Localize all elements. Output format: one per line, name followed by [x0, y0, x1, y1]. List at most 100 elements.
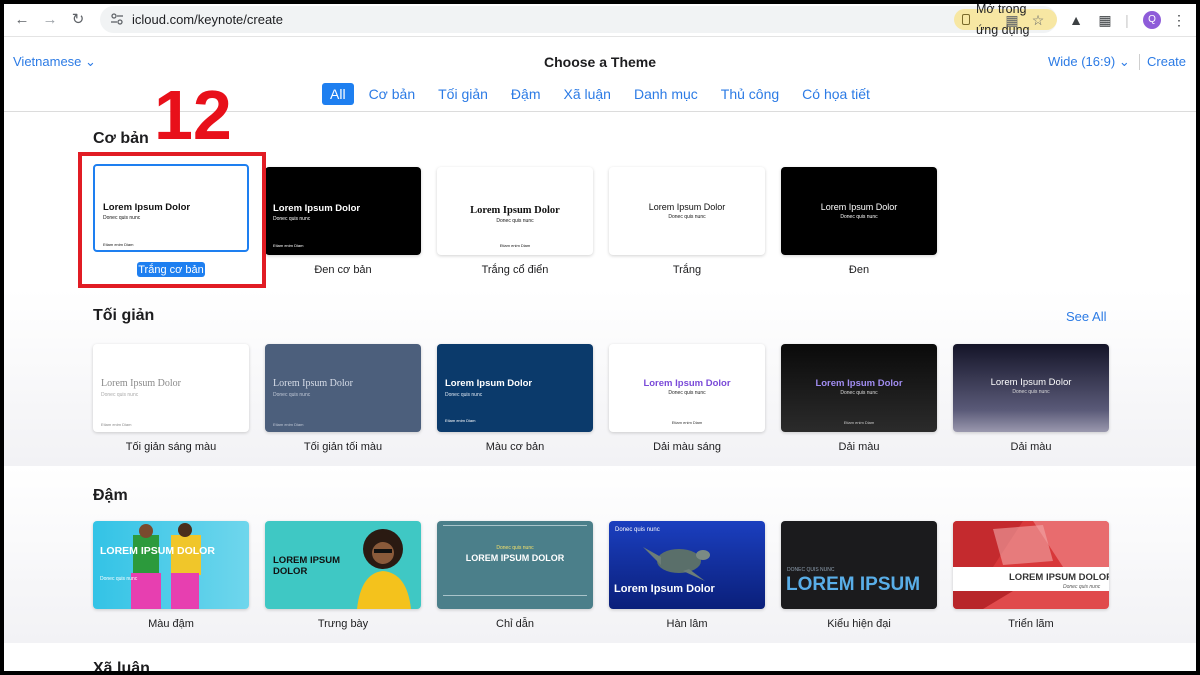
address-bar[interactable]: icloud.com/keynote/create Mở trong ứng d…: [100, 4, 1057, 37]
theme-thumbnail-white[interactable]: Lorem Ipsum Dolor Donec quis nunc: [609, 167, 765, 255]
theme-thumbnail-gradient-2[interactable]: Lorem Ipsum Dolor Donec quis nunc: [953, 344, 1109, 432]
theme-thumbnail-basic-color[interactable]: Lorem Ipsum Dolor Donec quis nunc Etiam …: [437, 344, 593, 432]
url-text[interactable]: icloud.com/keynote/create: [132, 12, 283, 27]
section-title: Xã luận: [93, 660, 150, 671]
page-title: Choose a Theme: [543, 54, 657, 70]
filter-editorial[interactable]: Xã luận: [555, 83, 618, 105]
thumb-footer: Etiam enim Diam: [499, 243, 531, 248]
theme-name[interactable]: Tối giản sáng màu: [86, 441, 256, 453]
filter-bold[interactable]: Đậm: [503, 83, 549, 105]
theme-name[interactable]: Triển lãm: [946, 618, 1116, 630]
thumb-title: LOREM IPSUM DOLOR: [100, 545, 215, 557]
aspect-ratio-label: Wide (16:9): [1048, 54, 1116, 69]
thumb-subtitle: Donec quis nunc: [668, 214, 706, 220]
profile-avatar[interactable]: Q: [1143, 11, 1161, 29]
back-icon[interactable]: ←: [12, 10, 32, 30]
theme-name[interactable]: Trắng cổ điển: [430, 264, 600, 276]
filter-portfolio[interactable]: Danh mục: [626, 83, 706, 105]
theme-thumbnail-exhibition[interactable]: LOREM IPSUM DOLOR Donec quis nunc: [953, 521, 1109, 609]
section-minimal: Tối giản See All Lorem Ipsum Dolor Donec…: [4, 289, 1196, 466]
thumb-title: Lorem Ipsum Dolor: [101, 378, 181, 389]
section-bold: Đậm LOREM IPSUM DOLOR Donec quis nunc Mà…: [4, 466, 1196, 643]
theme-thumbnail-gradient[interactable]: Lorem Ipsum Dolor Donec quis nunc Etiam …: [781, 344, 937, 432]
theme-thumbnail-light-gradient[interactable]: Lorem Ipsum Dolor Donec quis nunc Etiam …: [609, 344, 765, 432]
incognito-icon[interactable]: ▲: [1066, 10, 1086, 30]
extensions-icon[interactable]: ▦: [1095, 10, 1115, 30]
theme-name[interactable]: Dải màu: [774, 441, 944, 453]
filter-textured[interactable]: Có họa tiết: [794, 83, 878, 105]
theme-name[interactable]: Trưng bày: [258, 618, 428, 630]
theme-name[interactable]: Đen cơ bản: [258, 264, 428, 276]
section-title: Cơ bản: [93, 130, 149, 147]
theme-name[interactable]: Chỉ dẫn: [430, 618, 600, 630]
thumb-footer: Etiam enim Diam: [843, 420, 875, 425]
thumb-title: Lorem Ipsum Dolor: [990, 377, 1072, 388]
thumb-footer: Etiam enim Diam: [671, 420, 703, 425]
theme-name[interactable]: Tối giản tối màu: [258, 441, 428, 453]
thumb-title: Lorem Ipsum Dolor: [643, 378, 731, 389]
theme-name[interactable]: Hàn lâm: [602, 618, 772, 630]
site-info-icon[interactable]: [110, 12, 124, 26]
filter-handcrafted[interactable]: Thủ công: [713, 83, 787, 105]
filter-all[interactable]: All: [322, 83, 354, 105]
thumb-title: Lorem Ipsum Dolor: [445, 378, 533, 389]
thumb-footer: Etiam enim Diam: [273, 243, 304, 248]
thumb-subtitle: Donec quis nunc: [668, 390, 706, 396]
thumb-subtitle: Donec quis nunc: [101, 392, 139, 398]
app-icon: [962, 14, 970, 25]
theme-thumbnail-black-basic[interactable]: Lorem Ipsum Dolor Donec quis nunc Etiam …: [265, 167, 421, 255]
theme-thumbnail-modern[interactable]: DONEC QUIS NUNC LOREM IPSUM: [781, 521, 937, 609]
theme-thumbnail-minimal-light[interactable]: Lorem Ipsum Dolor Donec quis nunc Etiam …: [93, 344, 249, 432]
filter-basic[interactable]: Cơ bản: [361, 83, 424, 105]
filter-minimal[interactable]: Tối giản: [430, 83, 496, 105]
theme-thumbnail-minimal-dark[interactable]: Lorem Ipsum Dolor Donec quis nunc Etiam …: [265, 344, 421, 432]
theme-thumbnail-showcase[interactable]: LOREM IPSUM DOLOR: [265, 521, 421, 609]
theme-name[interactable]: Màu cơ bản: [430, 441, 600, 453]
toolbar-divider: |: [1125, 12, 1129, 28]
browser-toolbar: ← → ↻ icloud.com/keynote/create Mở trong…: [4, 4, 1196, 37]
theme-name[interactable]: Kiểu hiện đại: [774, 618, 944, 630]
thumb-title: Lorem Ipsum Dolor: [815, 378, 903, 389]
thumb-subtitle: Donec quis nunc: [615, 527, 660, 533]
section-title: Tối giản: [93, 307, 155, 324]
thumb-title: LOREM IPSUM: [786, 574, 921, 595]
thumb-rule: [443, 595, 587, 596]
create-button[interactable]: Create: [1147, 54, 1186, 69]
theme-name[interactable]: Trắng: [602, 264, 772, 276]
thumb-subtitle: Donec quis nunc: [273, 216, 311, 222]
thumb-subtitle: Donec quis nunc: [273, 392, 311, 398]
translate-icon[interactable]: ▦: [1003, 11, 1021, 29]
thumb-title: Lorem Ipsum Dolor: [273, 378, 353, 389]
thumb-subtitle: Donec quis nunc: [1063, 584, 1101, 590]
thumb-subtitle: Donec quis nunc: [445, 392, 483, 398]
theme-thumbnail-bold-color[interactable]: LOREM IPSUM DOLOR Donec quis nunc: [93, 521, 249, 609]
selection-highlight-box: [78, 152, 266, 288]
theme-thumbnail-guide[interactable]: Donec quis nunc LOREM IPSUM DOLOR: [437, 521, 593, 609]
reload-icon[interactable]: ↻: [68, 10, 88, 30]
theme-thumbnail-academy[interactable]: Donec quis nunc Lorem Ipsum Dolor: [609, 521, 765, 609]
people-photo: [131, 523, 201, 609]
thumb-title: LOREM IPSUM DOLOR: [465, 553, 565, 563]
chevron-down-icon: ⌄: [1118, 54, 1130, 69]
thumb-subtitle: Donec quis nunc: [496, 218, 534, 224]
thumb-title: Lorem Ipsum Dolor: [614, 583, 715, 595]
aspect-ratio-selector[interactable]: Wide (16:9) ⌄: [1048, 54, 1130, 70]
menu-kebab-icon[interactable]: ⋮: [1169, 10, 1189, 30]
thumb-subtitle: Donec quis nunc: [840, 390, 878, 396]
bookmark-star-icon[interactable]: ☆: [1029, 11, 1047, 29]
theme-name[interactable]: Màu đậm: [86, 618, 256, 630]
theme-name[interactable]: Dải màu: [946, 441, 1116, 453]
see-all-link[interactable]: See All: [1066, 309, 1106, 324]
theme-thumbnail-black[interactable]: Lorem Ipsum Dolor Donec quis nunc: [781, 167, 937, 255]
thumb-subtitle: Donec quis nunc: [100, 576, 138, 582]
thumb-subtitle: Donec quis nunc: [1012, 389, 1050, 395]
thumb-subtitle: Donec quis nunc: [840, 214, 878, 220]
theme-name[interactable]: Dải màu sáng: [602, 441, 772, 453]
forward-icon[interactable]: →: [40, 10, 60, 30]
browser-window: ← → ↻ icloud.com/keynote/create Mở trong…: [4, 4, 1196, 671]
thumb-footer: Etiam enim Diam: [445, 418, 476, 423]
thumb-title: LOREM IPSUM DOLOR: [273, 555, 341, 577]
theme-thumbnail-classic-white[interactable]: Lorem Ipsum Dolor Donec quis nunc Etiam …: [437, 167, 593, 255]
theme-name[interactable]: Đen: [774, 264, 944, 276]
header-divider: [1139, 54, 1140, 70]
